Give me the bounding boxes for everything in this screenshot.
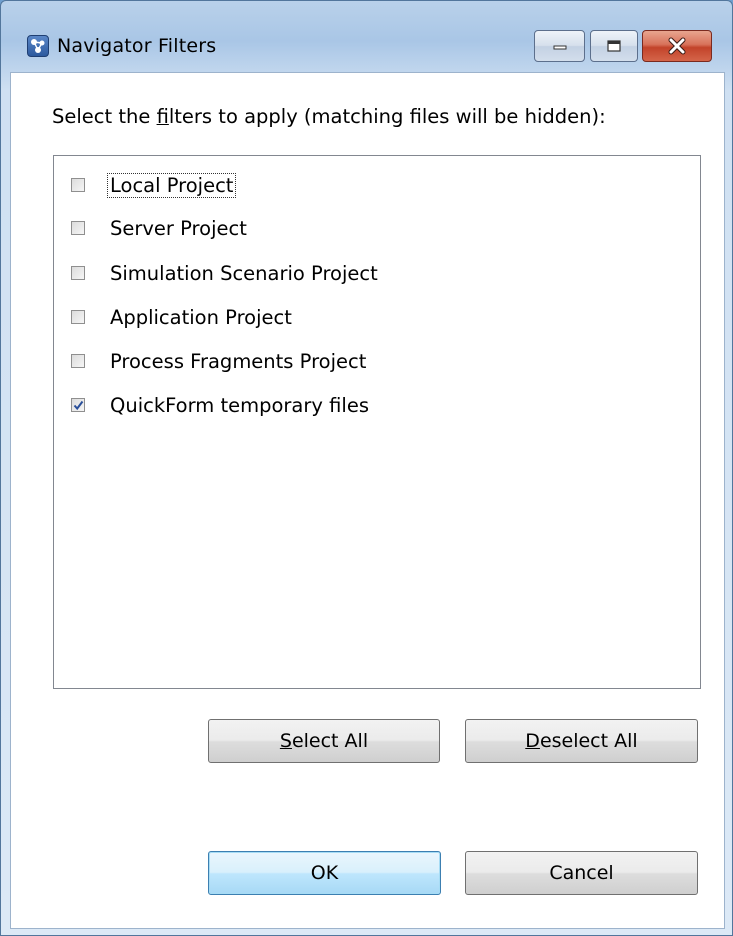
filter-checkbox[interactable] xyxy=(71,221,85,235)
app-icon[interactable] xyxy=(27,35,49,57)
filter-item[interactable]: Server Project xyxy=(71,213,249,243)
title-bar[interactable]: Navigator Filters xyxy=(1,1,732,62)
filter-checkbox[interactable] xyxy=(71,310,85,324)
navigator-filters-dialog: Navigator Filters Select the filters to … xyxy=(0,0,733,936)
minimize-button[interactable] xyxy=(534,30,585,62)
select-all-label: elect All xyxy=(291,730,369,752)
filter-label: Local Project xyxy=(106,172,237,198)
deselect-all-mnemonic: D xyxy=(525,730,540,752)
filter-item[interactable]: Application Project xyxy=(71,302,294,332)
dialog-content: Select the filters to apply (matching fi… xyxy=(10,72,725,929)
close-icon xyxy=(668,37,686,55)
select-all-button[interactable]: Select All xyxy=(208,719,440,763)
filter-checkbox[interactable] xyxy=(71,354,85,368)
instruction-label: Select the filters to apply (matching fi… xyxy=(52,105,606,128)
select-all-mnemonic: S xyxy=(279,730,292,752)
instruction-text-end: ilters to apply (matching files will be … xyxy=(168,105,606,128)
check-mark-icon xyxy=(73,400,83,410)
filter-checkbox[interactable] xyxy=(71,178,85,192)
filter-item[interactable]: Local Project xyxy=(71,170,237,200)
filter-label: Server Project xyxy=(110,216,247,240)
instruction-mnemonic: f xyxy=(156,105,169,128)
filter-list[interactable]: Local Project Server Project Simulation … xyxy=(53,155,701,689)
filter-label: QuickForm temporary files xyxy=(110,393,369,417)
filter-label: Process Fragments Project xyxy=(110,349,367,373)
filter-label: Simulation Scenario Project xyxy=(110,261,378,285)
minimize-icon xyxy=(553,45,566,50)
filter-label: Application Project xyxy=(110,305,292,329)
window-title: Navigator Filters xyxy=(57,35,217,57)
cancel-button[interactable]: Cancel xyxy=(465,851,698,895)
filter-item[interactable]: Process Fragments Project xyxy=(71,346,368,376)
filter-item[interactable]: QuickForm temporary files xyxy=(71,390,371,420)
maximize-icon xyxy=(607,40,621,52)
filter-checkbox[interactable] xyxy=(71,398,85,412)
deselect-all-button[interactable]: Deselect All xyxy=(465,719,698,763)
deselect-all-label: eselect All xyxy=(539,730,638,752)
maximize-button[interactable] xyxy=(590,30,638,62)
close-button[interactable] xyxy=(642,30,712,62)
filter-item[interactable]: Simulation Scenario Project xyxy=(71,258,380,288)
ok-button[interactable]: OK xyxy=(208,851,441,895)
filter-checkbox[interactable] xyxy=(71,266,85,280)
instruction-text-start: Select the xyxy=(52,105,157,128)
